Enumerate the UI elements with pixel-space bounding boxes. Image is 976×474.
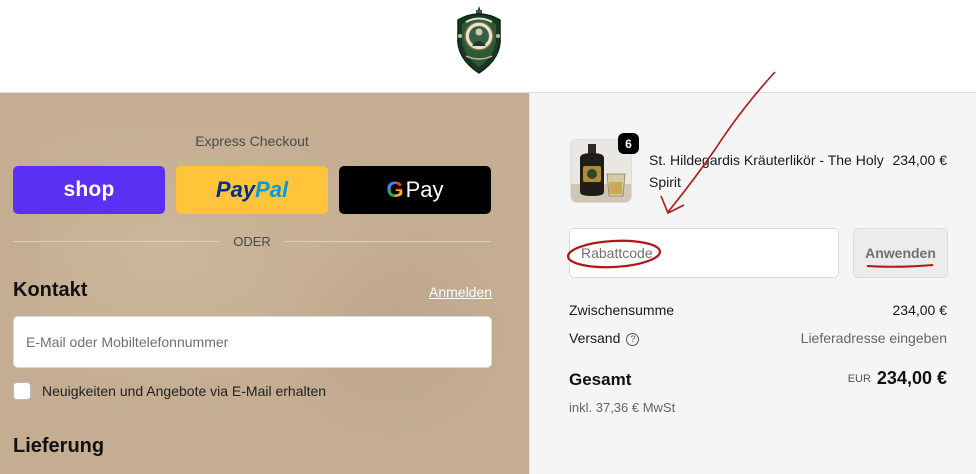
newsletter-checkbox[interactable]	[13, 382, 31, 400]
total-currency: EUR	[847, 373, 871, 385]
paypal-label-pal: Pal	[255, 177, 289, 202]
login-link[interactable]: Anmelden	[429, 284, 492, 300]
product-name: St. Hildegardis Kräuterlikör - The Holy …	[649, 152, 884, 190]
checkout-form-panel: Express Checkout shop Pay Pal G Pay ODER K…	[0, 93, 529, 474]
subtotal-label: Zwischensumme	[569, 302, 675, 318]
express-checkout-title: Express Checkout	[195, 133, 309, 149]
email-or-phone-input[interactable]	[13, 316, 492, 368]
header	[0, 0, 976, 93]
newsletter-checkbox-label: Neuigkeiten und Angebote via E-Mail erha…	[42, 383, 327, 399]
discount-code-input[interactable]	[569, 228, 839, 278]
divider-line	[13, 241, 220, 242]
brand-logo[interactable]	[452, 6, 506, 74]
product-price: 234,00 €	[892, 152, 948, 168]
total-value-group: EUR 234,00 €	[848, 368, 947, 389]
paypal-label-pay: Pay	[215, 177, 256, 202]
delivery-section-title: Lieferung	[13, 435, 105, 457]
question-circle-icon[interactable]: ?	[626, 333, 640, 346]
google-pay-label: Pay	[405, 177, 444, 202]
shipping-row: Versand?	[569, 330, 640, 346]
paypal-button[interactable]: Pay Pal	[176, 166, 328, 214]
shop-pay-label: shop	[63, 178, 115, 201]
quantity-badge: 6	[618, 133, 639, 154]
google-pay-button[interactable]: G Pay	[339, 166, 491, 214]
tax-note: inkl. 37,36 € MwSt	[569, 400, 676, 415]
total-label: Gesamt	[569, 370, 632, 389]
subtotal-value: 234,00 €	[892, 302, 948, 318]
total-amount: 234,00 €	[876, 368, 947, 388]
apply-discount-button[interactable]: Anwenden	[853, 228, 948, 278]
divider-label: ODER	[233, 234, 271, 249]
google-g-icon: G	[386, 177, 404, 202]
shipping-value: Lieferadresse eingeben	[800, 330, 947, 346]
shop-pay-button[interactable]: shop	[13, 166, 165, 214]
shipping-label: Versand	[569, 330, 621, 346]
contact-section-title: Kontakt	[13, 279, 88, 301]
divider-line	[284, 241, 491, 242]
order-summary-panel: 6 St. Hildegardis Kräuterlikör - The Hol…	[529, 93, 976, 474]
